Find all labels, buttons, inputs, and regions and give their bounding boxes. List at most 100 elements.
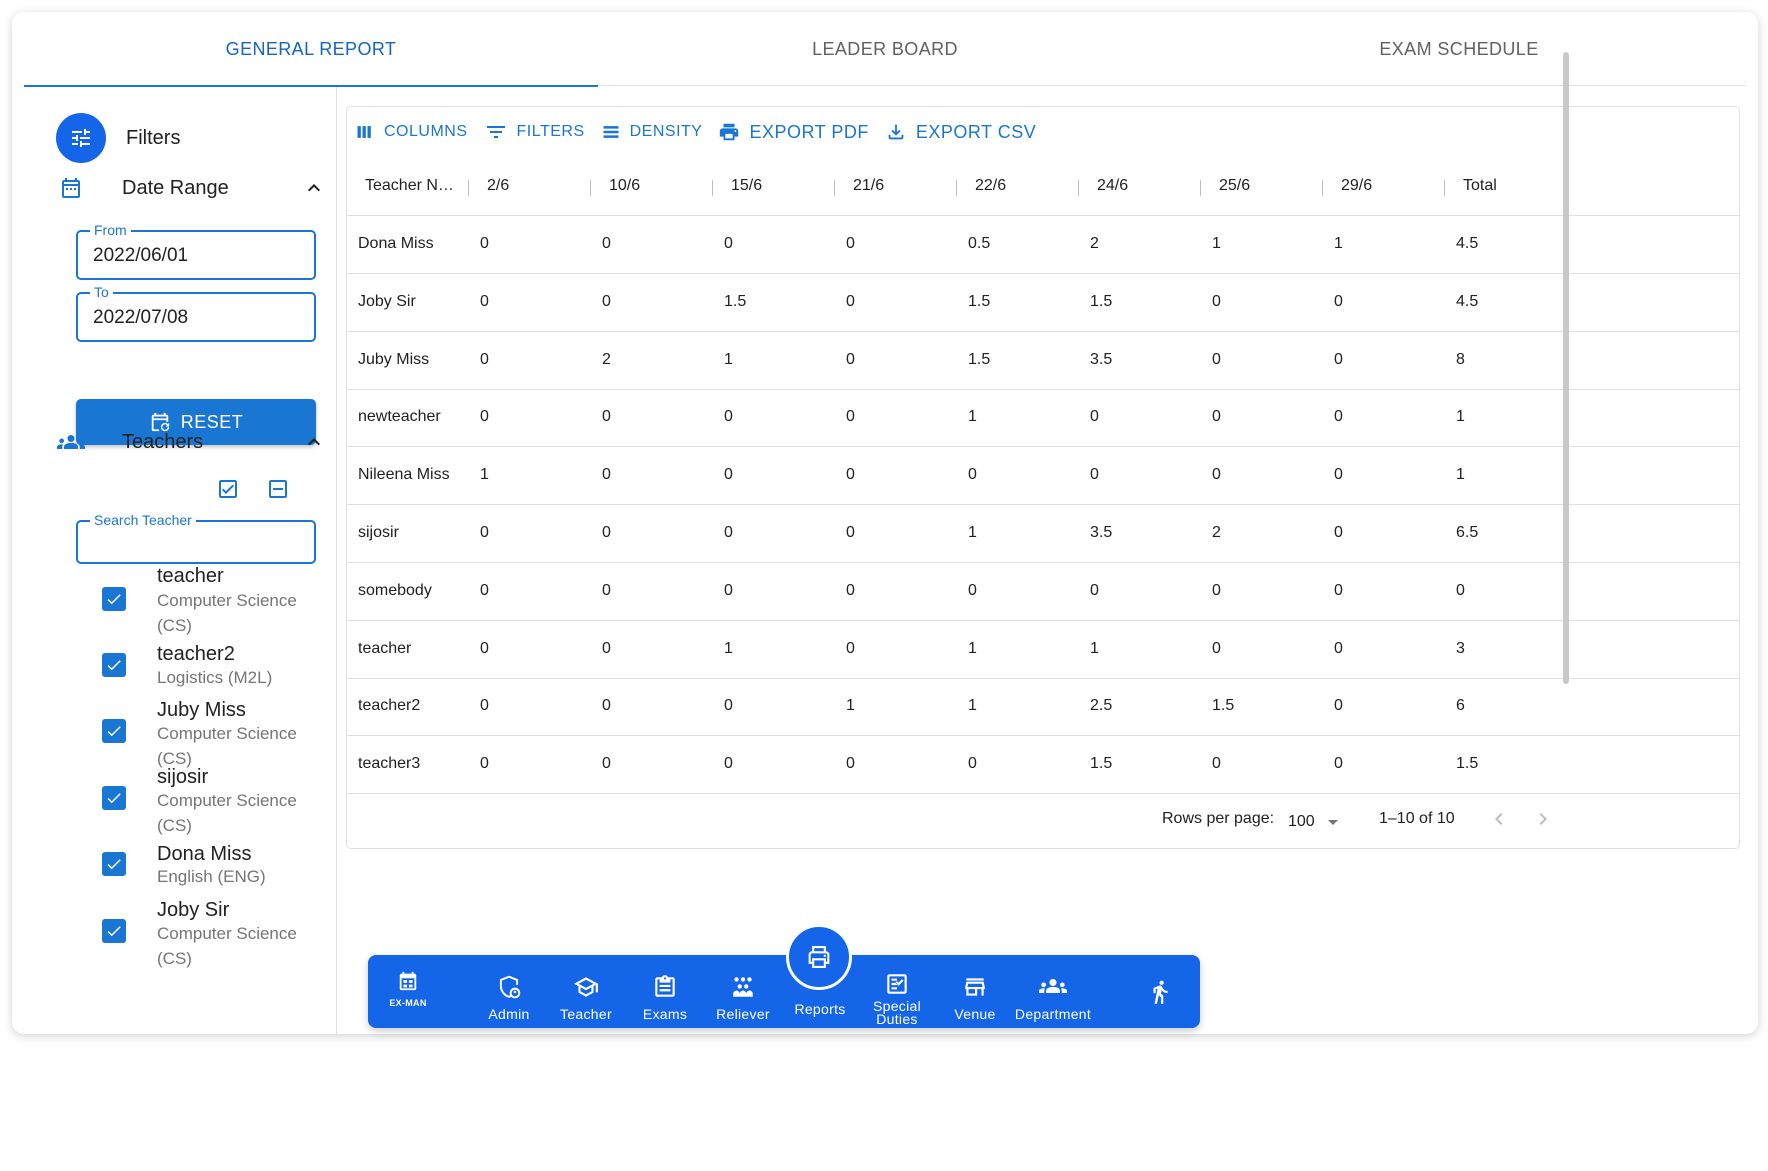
export-csv-button[interactable]: EXPORT CSV: [885, 121, 1036, 143]
nav-label: Teacher: [560, 1006, 612, 1022]
table-row[interactable]: teacher3 0 0 0 0 0 1.5 0 0 1.5: [347, 736, 1739, 795]
column-separator[interactable]: [1078, 180, 1079, 196]
column-header[interactable]: Teacher N…: [365, 177, 454, 195]
search-teacher-field[interactable]: Search Teacher: [76, 512, 316, 564]
chevron-up-icon[interactable]: [302, 430, 326, 454]
column-separator[interactable]: [590, 180, 591, 196]
view-column-icon: [357, 126, 371, 138]
column-header[interactable]: 25/6: [1219, 177, 1250, 195]
column-header[interactable]: 21/6: [853, 177, 884, 195]
duty-count-cell: 1.5: [968, 292, 991, 310]
reports-fab[interactable]: [786, 924, 852, 990]
duty-count-cell: 1.5: [724, 292, 747, 310]
table-row[interactable]: newteacher 0 0 0 0 1 0 0 0 1: [347, 389, 1739, 448]
teacher-name-cell: Juby Miss: [358, 350, 430, 368]
from-date-field[interactable]: From 2022/06/01: [76, 222, 316, 280]
duty-count-cell: 0: [1212, 408, 1221, 426]
column-header[interactable]: Total: [1463, 177, 1497, 195]
logo[interactable]: EX-MAN: [378, 955, 438, 1028]
table-row[interactable]: teacher 0 0 1 0 1 1 0 0 3: [347, 621, 1739, 679]
duty-count-cell: 2.5: [1090, 697, 1113, 715]
previous-page-icon[interactable]: [1487, 807, 1511, 831]
table-row[interactable]: Joby Sir 0 0 1.5 0 1.5 1.5 0 0 4.5: [347, 274, 1739, 332]
export-pdf-button[interactable]: EXPORT PDF: [718, 121, 868, 143]
duty-count-cell: 0: [1334, 581, 1343, 599]
page-scrollbar[interactable]: [1563, 52, 1569, 684]
rows-per-page-select[interactable]: 100: [1288, 810, 1345, 834]
tab-exam-schedule[interactable]: EXAM SCHEDULE: [1172, 12, 1746, 86]
duty-count-cell: 2: [1212, 524, 1221, 541]
duty-count-cell: 0: [1212, 581, 1221, 599]
checkbox-checked-icon[interactable]: [102, 786, 126, 810]
column-separator[interactable]: [956, 180, 957, 196]
duty-count-cell: 0: [602, 755, 611, 773]
group-icon: [733, 977, 753, 997]
table-row[interactable]: somebody 0 0 0 0 0 0 0 0 0: [347, 563, 1739, 621]
column-header[interactable]: 29/6: [1341, 177, 1372, 195]
column-separator[interactable]: [712, 180, 713, 196]
column-header[interactable]: 2/6: [487, 177, 509, 195]
nav-exams[interactable]: Exams: [632, 955, 698, 1028]
column-separator[interactable]: [468, 180, 469, 196]
teacher-name-cell: Nileena Miss: [358, 466, 450, 484]
accessibility-button[interactable]: [1142, 955, 1178, 1028]
graduation-cap-icon: [574, 977, 598, 997]
checkbox-checked-icon[interactable]: [102, 587, 126, 611]
column-header[interactable]: 15/6: [731, 177, 762, 195]
teacher-name-cell: teacher2: [358, 697, 421, 715]
filter-list-icon: [486, 126, 505, 138]
table-row[interactable]: Dona Miss 0 0 0 0 0.5 2 1 1 4.5: [347, 216, 1739, 274]
select-all-icon[interactable]: [216, 477, 240, 501]
teachers-header[interactable]: Teachers: [56, 427, 326, 457]
column-separator[interactable]: [1322, 180, 1323, 196]
checkbox-checked-icon[interactable]: [102, 852, 126, 876]
nav-reliever[interactable]: Reliever: [708, 955, 778, 1028]
column-header[interactable]: 22/6: [975, 177, 1006, 195]
duty-count-cell: 1.5: [1090, 755, 1113, 773]
calendar-icon: [56, 173, 86, 203]
tab-general-report[interactable]: GENERAL REPORT: [24, 12, 598, 87]
tab-leader-board[interactable]: LEADER BOARD: [598, 12, 1172, 86]
filters-button[interactable]: FILTERS: [484, 120, 585, 144]
duty-count-cell: 1: [724, 350, 733, 368]
teacher-dept: Computer Science (CS): [157, 924, 297, 968]
teacher-name: Joby Sir: [157, 899, 230, 921]
checkbox-checked-icon[interactable]: [102, 719, 126, 743]
teacher-dept: Logistics (M2L): [157, 668, 273, 687]
checkbox-checked-icon[interactable]: [102, 919, 126, 943]
duty-count-cell: 1: [1334, 235, 1343, 252]
column-separator[interactable]: [1444, 180, 1445, 196]
nav-venue[interactable]: Venue: [942, 955, 1008, 1028]
filters-title: Filters: [126, 126, 181, 149]
next-page-icon[interactable]: [1531, 807, 1555, 831]
deselect-all-icon[interactable]: [266, 477, 290, 501]
table-row[interactable]: sijosir 0 0 0 0 1 3.5 2 0 6.5: [347, 505, 1739, 563]
duty-count-cell: 1: [968, 639, 977, 657]
nav-department[interactable]: Department: [1010, 955, 1096, 1028]
date-range-header[interactable]: Date Range: [56, 173, 326, 203]
duty-count-cell: 0: [846, 581, 855, 599]
density-button[interactable]: DENSITY: [601, 122, 703, 142]
nav-special-duties[interactable]: Special Duties: [864, 955, 930, 1028]
column-separator[interactable]: [1200, 180, 1201, 196]
duty-count-cell: 0.5: [968, 235, 991, 252]
table-row[interactable]: teacher2 0 0 0 1 1 2.5 1.5 0 6: [347, 678, 1739, 737]
table-row[interactable]: Nileena Miss 1 0 0 0 0 0 0 0 1: [347, 447, 1739, 506]
duty-count-cell: 0: [480, 524, 489, 541]
column-header[interactable]: 24/6: [1097, 177, 1128, 195]
nav-admin[interactable]: Admin: [476, 955, 542, 1028]
duty-count-cell: 1: [968, 697, 977, 715]
checkbox-checked-icon[interactable]: [102, 653, 126, 677]
chevron-up-icon[interactable]: [302, 176, 326, 200]
column-header[interactable]: 10/6: [609, 177, 640, 195]
total-cell: 6.5: [1456, 524, 1479, 541]
column-separator[interactable]: [834, 180, 835, 196]
table-row[interactable]: Juby Miss 0 2 1 0 1.5 3.5 0 0 8: [347, 332, 1739, 390]
columns-button[interactable]: COLUMNS: [355, 122, 468, 142]
search-teacher-input[interactable]: [90, 530, 302, 560]
duty-count-cell: 0: [602, 408, 611, 426]
nav-teacher[interactable]: Teacher: [553, 955, 619, 1028]
duty-count-cell: 3.5: [1090, 350, 1113, 368]
duty-count-cell: 0: [480, 292, 489, 310]
to-date-field[interactable]: To 2022/07/08: [76, 284, 316, 342]
